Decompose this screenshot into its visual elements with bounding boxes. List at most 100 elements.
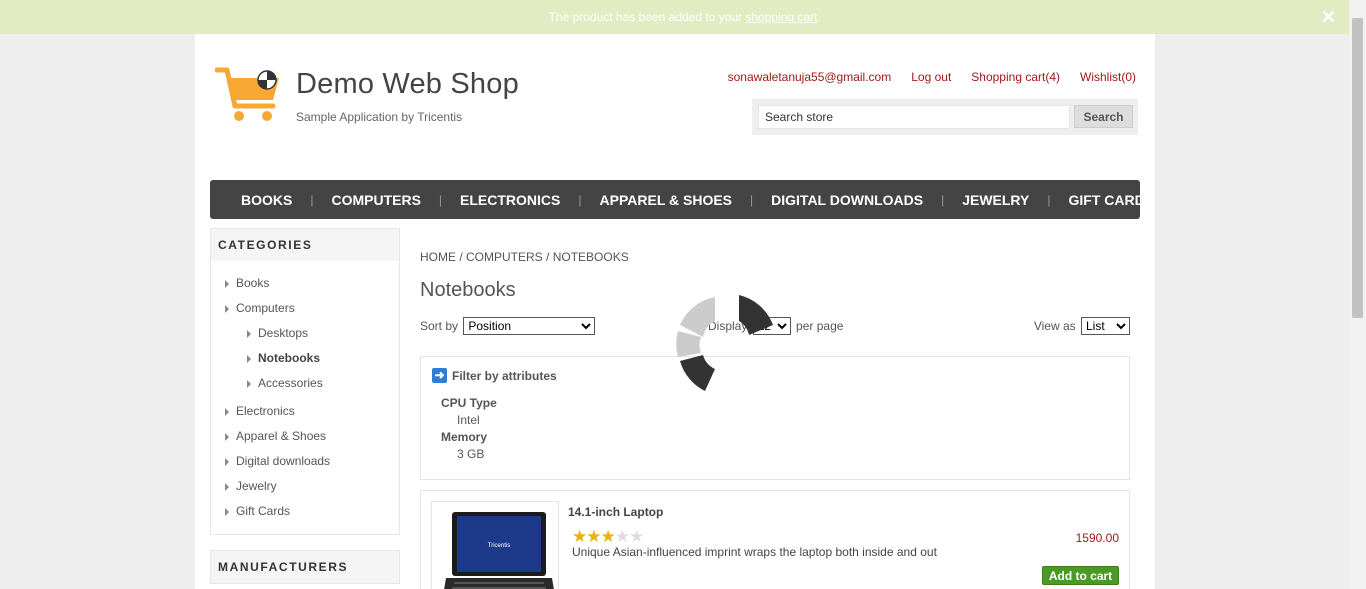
- breadcrumb-computers[interactable]: COMPUTERS: [466, 250, 543, 264]
- category-accessories[interactable]: Accessories: [225, 371, 399, 396]
- triangle-right-icon: [247, 330, 251, 338]
- triangle-right-icon: [247, 355, 251, 363]
- shopping-cart-icon: [215, 67, 279, 121]
- arrow-right-icon: ➜: [432, 368, 447, 383]
- laptop-image: Tricentis: [444, 512, 554, 589]
- product-description: Unique Asian-influenced imprint wraps th…: [572, 545, 937, 559]
- manufacturers-block: MANUFACTURERS: [210, 550, 400, 584]
- site-title: Demo Web Shop: [296, 68, 519, 100]
- category-computers[interactable]: Computers: [225, 296, 399, 321]
- search-box: Search: [752, 99, 1138, 135]
- search-input[interactable]: [758, 105, 1070, 129]
- category-digital-downloads[interactable]: Digital downloads: [225, 449, 399, 474]
- sort-control: Sort by Position: [420, 317, 596, 335]
- attribute-filter: ➜ Filter by attributes CPU Type Intel Me…: [420, 356, 1130, 480]
- menu-item-apparel-shoes[interactable]: APPAREL & SHOES: [582, 192, 751, 208]
- page-title: Notebooks: [420, 279, 516, 301]
- triangle-right-icon: [225, 483, 229, 491]
- breadcrumb: HOME / COMPUTERS / NOTEBOOKS: [420, 250, 629, 264]
- logo[interactable]: Demo Web Shop Sample Application by Tric…: [215, 66, 525, 126]
- product-image[interactable]: Tricentis: [431, 501, 559, 589]
- triangle-right-icon: [247, 380, 251, 388]
- star-icon: ★: [614, 527, 630, 546]
- filter-title: Filter by attributes: [452, 368, 557, 383]
- notification-bar: The product has been added to your shopp…: [0, 0, 1366, 34]
- category-apparel-shoes[interactable]: Apparel & Shoes: [225, 424, 399, 449]
- wishlist-link[interactable]: Wishlist(0): [1080, 70, 1136, 84]
- category-gift-cards[interactable]: Gift Cards: [225, 499, 399, 524]
- category-jewelry[interactable]: Jewelry: [225, 474, 399, 499]
- product-toolbar: Sort by Position Display 12 per page Vie…: [420, 317, 1130, 337]
- filter-value-3gb[interactable]: 3 GB: [457, 447, 484, 461]
- site-subtitle: Sample Application by Tricentis: [296, 110, 463, 124]
- notification-text: The product has been added to your: [548, 10, 746, 24]
- menu-item-electronics[interactable]: ELECTRONICS: [442, 192, 578, 208]
- scrollbar-thumb[interactable]: [1352, 18, 1363, 318]
- categories-block: CATEGORIES Books Computers Desktops Note…: [210, 228, 400, 535]
- page-scrollbar[interactable]: [1349, 0, 1366, 589]
- sort-label: Sort by: [420, 319, 459, 333]
- category-label: Gift Cards: [236, 504, 291, 518]
- menu-item-digital-downloads[interactable]: DIGITAL DOWNLOADS: [753, 192, 941, 208]
- category-label: Desktops: [258, 326, 309, 340]
- filter-header[interactable]: ➜ Filter by attributes: [432, 368, 557, 383]
- logout-link[interactable]: Log out: [911, 70, 951, 84]
- sidebar: CATEGORIES Books Computers Desktops Note…: [210, 228, 400, 589]
- product-title[interactable]: 14.1-inch Laptop: [568, 505, 663, 519]
- per-page-label: per page: [796, 319, 844, 333]
- filter-group-memory: Memory: [441, 430, 488, 444]
- menu-item-computers[interactable]: COMPUTERS: [313, 192, 438, 208]
- triangle-right-icon: [225, 508, 229, 516]
- category-label: Jewelry: [236, 479, 277, 493]
- category-label: Accessories: [258, 376, 323, 390]
- rating-stars: ★★★★★: [572, 527, 644, 546]
- categories-title: CATEGORIES: [211, 229, 399, 261]
- star-icon: ★: [572, 527, 587, 546]
- header-links: sonawaletanuja55@gmail.com Log out Shoppin…: [708, 70, 1136, 84]
- svg-text:Tricentis: Tricentis: [488, 543, 510, 549]
- view-mode-select[interactable]: List: [1081, 317, 1130, 335]
- category-electronics[interactable]: Electronics: [225, 399, 399, 424]
- star-icon: ★: [600, 527, 616, 546]
- view-label: View as: [1033, 319, 1076, 333]
- category-notebooks[interactable]: Notebooks: [225, 346, 399, 371]
- category-label: Electronics: [236, 404, 295, 418]
- category-label: Apparel & Shoes: [236, 429, 327, 443]
- category-list: Books Computers Desktops Notebooks Acces…: [211, 261, 399, 534]
- breadcrumb-separator: /: [456, 250, 467, 264]
- sort-select[interactable]: Position: [463, 317, 596, 335]
- shopping-cart-link[interactable]: Shopping cart(4): [971, 70, 1060, 84]
- product-item: Tricentis 14.1-inch Laptop ★★★★★ Unique …: [420, 490, 1130, 589]
- manufacturers-title: MANUFACTURERS: [211, 551, 399, 583]
- triangle-right-icon: [225, 458, 229, 466]
- star-icon: ★: [586, 527, 601, 546]
- triangle-right-icon: [225, 408, 229, 416]
- category-desktops[interactable]: Desktops: [225, 321, 399, 346]
- triangle-right-icon: [225, 433, 229, 441]
- loading-spinner-icon: [675, 295, 775, 395]
- menu-item-jewelry[interactable]: JEWELRY: [944, 192, 1047, 208]
- menu-item-gift-cards[interactable]: GIFT CARDS: [1050, 192, 1172, 208]
- category-label: Notebooks: [258, 351, 321, 365]
- category-label: Digital downloads: [236, 454, 331, 468]
- search-button[interactable]: Search: [1074, 105, 1133, 128]
- category-label: Books: [236, 276, 270, 290]
- view-mode-control: View as List: [1034, 317, 1130, 335]
- star-icon: ★: [629, 527, 644, 546]
- add-to-cart-button[interactable]: Add to cart: [1042, 566, 1119, 585]
- filter-value-intel[interactable]: Intel: [457, 413, 480, 427]
- notification-cart-link[interactable]: shopping cart: [745, 10, 817, 24]
- close-icon[interactable]: ✕: [1321, 0, 1336, 34]
- category-label: Computers: [236, 301, 295, 315]
- breadcrumb-home[interactable]: HOME: [420, 250, 456, 264]
- account-link[interactable]: sonawaletanuja55@gmail.com: [728, 70, 892, 84]
- top-menu: BOOKS | COMPUTERS | ELECTRONICS | APPAREL &…: [210, 180, 1154, 219]
- menu-item-books[interactable]: BOOKS: [223, 192, 310, 208]
- triangle-right-icon: [225, 305, 229, 313]
- breadcrumb-separator: /: [542, 250, 553, 264]
- breadcrumb-current: NOTEBOOKS: [552, 250, 629, 264]
- triangle-right-icon: [225, 280, 229, 288]
- category-books[interactable]: Books: [225, 271, 399, 296]
- filter-group-cpu: CPU Type: [441, 396, 497, 410]
- product-price: 1590.00: [1075, 531, 1119, 545]
